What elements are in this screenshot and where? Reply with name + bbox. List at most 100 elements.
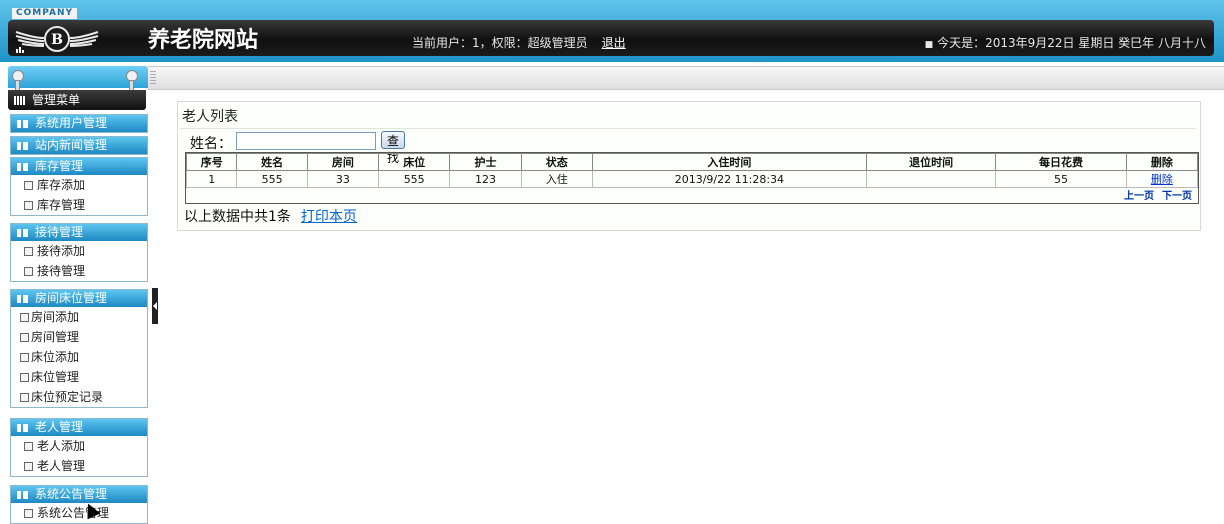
bentley-logo-icon: B (15, 26, 99, 53)
item-label: 床位预定记录 (31, 390, 104, 404)
column-header: 退位时间 (865, 153, 997, 171)
column-header: 姓名 (236, 153, 308, 171)
page-icon (20, 333, 29, 342)
table-row: 1 555 33 555 123 入住 2013/9/22 11:28:34 5… (185, 170, 1199, 188)
user-info: 当前用户：1，权限：超级管理员 退出 (412, 35, 626, 51)
sidebar-item-reception-add[interactable]: 接待添加 (11, 241, 147, 261)
group-label: 接待管理 (35, 225, 84, 239)
date-info: ■ 今天是：2013年9月22日 星期日 癸巳年 八月十八 (925, 35, 1206, 53)
column-header: 每日花费 (995, 153, 1127, 171)
item-label: 床位添加 (31, 350, 80, 364)
sidebar-top-bar (8, 66, 148, 98)
group-label: 系统公告管理 (35, 487, 108, 501)
grid-icon (14, 96, 26, 105)
search-button[interactable]: 查找 (381, 131, 406, 165)
sidebar-item-bed-booking-records[interactable]: 床位预定记录 (11, 387, 147, 407)
sidebar-item-bed-add[interactable]: 床位添加 (11, 347, 147, 367)
sidebar-item-reception-manage[interactable]: 接待管理 (11, 261, 147, 281)
item-label: 房间管理 (31, 330, 80, 344)
header: COMPANY B 养老院网站 当前用户：1，权限：超级管理员 退出 ■ 今天是：2… (0, 0, 1224, 62)
group-label: 系统用户管理 (35, 116, 108, 130)
book-icon (17, 163, 28, 171)
group-header[interactable]: 老人管理 (11, 419, 147, 436)
menu-group-announcements: 系统公告管理 系统公告管理 (10, 485, 148, 524)
group-header[interactable]: 系统公告管理 (11, 486, 147, 503)
sidebar-item-bed-manage[interactable]: 床位管理 (11, 367, 147, 387)
menu-title: 管理菜单 (8, 90, 146, 110)
item-label: 接待添加 (37, 244, 86, 258)
column-header: 序号 (185, 153, 238, 171)
elderly-list-panel: 老人列表 姓名： 查找 序号 姓名 房间 床位 护士 状态 入住时间 退位时间 … (177, 101, 1201, 231)
elderly-table: 序号 姓名 房间 床位 护士 状态 入住时间 退位时间 每日花费 删除 1 55… (185, 153, 1199, 188)
group-header[interactable]: 站内新闻管理 (11, 137, 147, 154)
sidebar-item-room-manage[interactable]: 房间管理 (11, 327, 147, 347)
group-label: 库存管理 (35, 159, 84, 173)
page-icon (20, 393, 29, 402)
delete-link[interactable]: 删除 (1151, 173, 1173, 186)
sidebar-item-announcement-manage[interactable]: 系统公告管理 (11, 503, 147, 523)
logout-link[interactable]: 退出 (602, 36, 626, 50)
panel-title: 老人列表 (182, 109, 238, 125)
menu-group-news: 站内新闻管理 (10, 136, 148, 155)
group-header[interactable]: 系统用户管理 (11, 115, 147, 132)
sidebar-item-room-add[interactable]: 房间添加 (11, 307, 147, 327)
item-label: 床位管理 (31, 370, 80, 384)
name-search-input[interactable] (236, 132, 376, 150)
group-header[interactable]: 接待管理 (11, 224, 147, 241)
menu-group-rooms-beds: 房间床位管理 房间添加 房间管理 床位添加 床位管理 床位预定记录 (10, 289, 148, 408)
page-icon (24, 462, 33, 471)
column-header: 床位 (378, 153, 451, 171)
item-label: 房间添加 (31, 310, 80, 324)
sidebar-item-inventory-add[interactable]: 库存添加 (11, 175, 147, 195)
pager: 上一页 下一页 (1116, 187, 1192, 202)
item-label: 老人管理 (37, 459, 86, 473)
table-cell: 555 (378, 170, 451, 188)
item-label: 接待管理 (37, 264, 86, 278)
square-bullet-icon: ■ (924, 40, 934, 50)
table-cell: 55 (995, 170, 1127, 188)
column-header: 删除 (1125, 153, 1199, 171)
page-icon (24, 181, 33, 190)
table-cell: 33 (306, 170, 380, 188)
sidebar-item-elderly-add[interactable]: 老人添加 (11, 436, 147, 456)
table-cell: 删除 (1125, 170, 1199, 188)
name-label: 姓名： (190, 136, 232, 152)
page-icon (24, 201, 33, 210)
sidebar-collapse-handle[interactable] (152, 288, 158, 324)
book-icon (17, 120, 28, 128)
sidebar: 管理菜单 系统用户管理 站内新闻管理 库存管理 库存添加 库存管理 接待管理 接… (0, 66, 152, 524)
company-tag: COMPANY (12, 8, 77, 19)
current-user-text: 当前用户：1，权限：超级管理员 (412, 36, 588, 50)
page-icon (20, 353, 29, 362)
menu-group-system-users: 系统用户管理 (10, 114, 148, 133)
group-label: 站内新闻管理 (35, 138, 108, 152)
svg-text:B: B (51, 32, 63, 48)
table-cell (865, 170, 997, 188)
print-page-link[interactable]: 打印本页 (301, 209, 357, 225)
book-icon (17, 491, 28, 499)
item-label: 老人添加 (37, 439, 86, 453)
table-cell: 2013/9/22 11:28:34 (591, 170, 867, 188)
page-icon (24, 442, 33, 451)
column-header: 入住时间 (591, 153, 867, 171)
menu-group-inventory: 库存管理 库存添加 库存管理 (10, 157, 148, 216)
date-text: 今天是：2013年9月22日 星期日 癸巳年 八月十八 (937, 36, 1206, 50)
page-icon (20, 373, 29, 382)
group-header[interactable]: 库存管理 (11, 158, 147, 175)
table-cell: 入住 (520, 170, 593, 188)
prev-page-link[interactable]: 上一页 (1124, 191, 1154, 202)
book-icon (17, 142, 28, 150)
site-title: 养老院网站 (148, 27, 259, 53)
sidebar-item-elderly-manage[interactable]: 老人管理 (11, 456, 147, 476)
record-count-text: 以上数据中共1条 (184, 209, 291, 225)
column-header: 护士 (449, 153, 522, 171)
item-label: 库存管理 (37, 198, 86, 212)
table-header-row: 序号 姓名 房间 床位 护士 状态 入住时间 退位时间 每日花费 删除 (185, 153, 1199, 171)
column-header: 房间 (306, 153, 380, 171)
next-page-link[interactable]: 下一页 (1162, 191, 1192, 202)
toolbar-strip (148, 66, 1224, 90)
item-label: 库存添加 (37, 178, 86, 192)
group-label: 老人管理 (35, 420, 84, 434)
sidebar-item-inventory-manage[interactable]: 库存管理 (11, 195, 147, 215)
group-header[interactable]: 房间床位管理 (11, 290, 147, 307)
